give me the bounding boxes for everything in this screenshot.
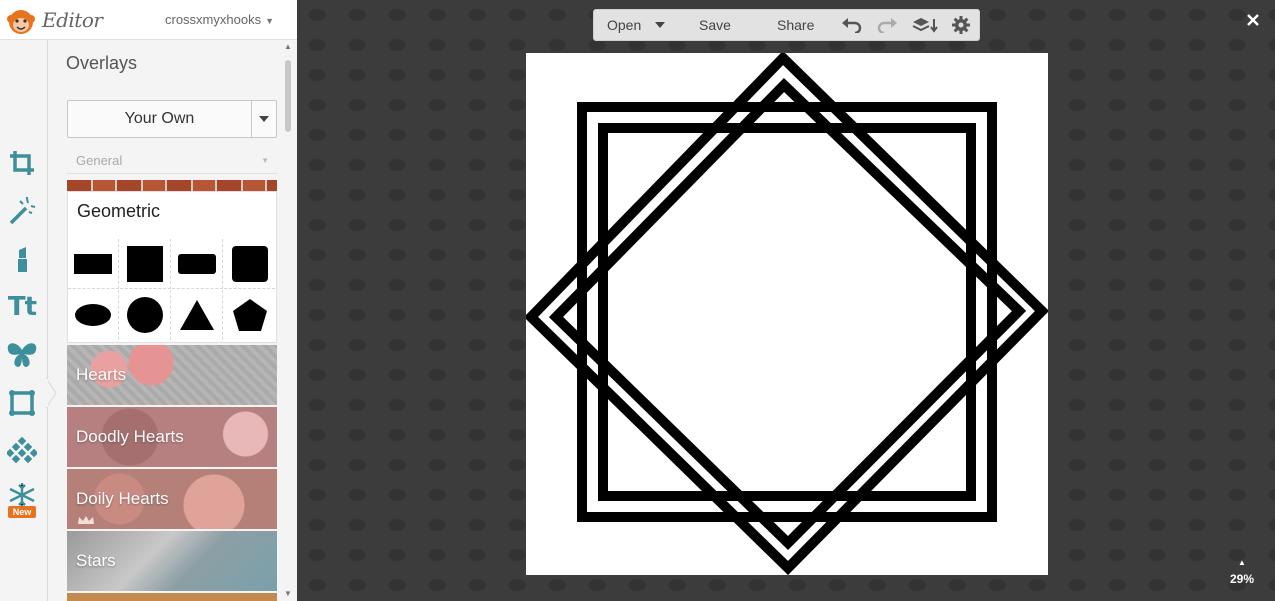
- text-icon[interactable]: Tt: [5, 290, 39, 324]
- app-title: Editor: [42, 8, 103, 32]
- shape-square[interactable]: [120, 239, 171, 289]
- magic-wand-icon[interactable]: [5, 194, 39, 228]
- overlay-category-doily-hearts[interactable]: Doily Hearts: [67, 469, 277, 529]
- your-own-dropdown-button[interactable]: [251, 100, 277, 138]
- chevron-down-icon: ▼: [265, 16, 274, 26]
- zoom-control[interactable]: ▲ 29%: [1221, 558, 1265, 590]
- shape-rectangle[interactable]: [68, 239, 119, 289]
- tool-rail: Tt New: [0, 40, 57, 601]
- shape-triangle[interactable]: [172, 290, 223, 340]
- overlays-pane: Overlays Your Own General ▼ Geometric He…: [57, 40, 283, 601]
- share-button[interactable]: Share: [777, 10, 814, 40]
- canvas-area: Open Save Share ▲ 29%: [297, 0, 1275, 601]
- shape-circle[interactable]: [120, 290, 171, 340]
- chevron-down-icon: ▼: [261, 156, 269, 165]
- chevron-up-icon[interactable]: ▲: [1238, 558, 1246, 567]
- save-button[interactable]: Save: [699, 10, 731, 40]
- overlay-category-hearts[interactable]: Hearts: [67, 345, 277, 405]
- username-label: crossxmyxhooks: [165, 12, 262, 27]
- scroll-down-icon[interactable]: ▼: [284, 589, 292, 598]
- butterfly-icon[interactable]: [5, 338, 39, 372]
- image-canvas[interactable]: [523, 50, 1050, 576]
- overlay-category-next[interactable]: [67, 593, 277, 601]
- frame-icon[interactable]: [5, 386, 39, 420]
- category-label: Doodly Hearts: [76, 427, 184, 446]
- redo-icon[interactable]: [877, 16, 897, 34]
- chevron-down-icon: [259, 116, 269, 122]
- crown-icon: [78, 516, 94, 524]
- overlay-list[interactable]: Geometric Hearts Doodly Hearts Doily Hea…: [67, 180, 277, 601]
- geometric-section: Geometric: [67, 191, 277, 343]
- shape-ellipse[interactable]: [68, 290, 119, 340]
- shape-pentagon[interactable]: [224, 290, 275, 340]
- close-icon[interactable]: [1243, 10, 1263, 30]
- left-panel: Editor crossxmyxhooks ▼ Tt New Overlays …: [0, 0, 297, 601]
- texture-icon[interactable]: [5, 434, 39, 468]
- open-button[interactable]: Open: [607, 10, 641, 40]
- category-select-value: General: [76, 153, 123, 168]
- new-badge: New: [8, 506, 36, 518]
- overlays-title: Overlays: [66, 53, 138, 73]
- editor-toolbar: Open Save Share: [593, 9, 980, 41]
- monkey-logo-icon[interactable]: [6, 6, 36, 36]
- top-bar: Editor crossxmyxhooks ▼: [0, 0, 297, 40]
- scroll-up-icon[interactable]: ▲: [284, 42, 292, 51]
- lipstick-icon[interactable]: [5, 242, 39, 276]
- chevron-down-icon[interactable]: [655, 22, 665, 28]
- layers-icon[interactable]: [912, 16, 938, 34]
- panel-scrollbar[interactable]: ▲ ▼: [283, 40, 293, 601]
- category-select[interactable]: General ▼: [67, 148, 277, 174]
- crop-icon[interactable]: [5, 146, 39, 180]
- overlay-category-doodly-hearts[interactable]: Doodly Hearts: [67, 407, 277, 467]
- overlay-artwork[interactable]: [523, 50, 1050, 576]
- category-label: Hearts: [76, 365, 127, 384]
- category-label: Stars: [76, 551, 116, 570]
- zoom-level: 29%: [1230, 572, 1255, 586]
- category-label: Doily Hearts: [76, 489, 169, 508]
- brick-category-thumbnail[interactable]: [67, 180, 277, 191]
- geometric-title: Geometric: [77, 201, 161, 221]
- gear-icon[interactable]: [951, 16, 971, 34]
- user-menu[interactable]: crossxmyxhooks ▼: [165, 12, 274, 27]
- overlay-category-stars[interactable]: Stars: [67, 531, 277, 591]
- shape-rounded-square[interactable]: [224, 239, 275, 289]
- your-own-button[interactable]: Your Own: [67, 100, 252, 138]
- scroll-thumb[interactable]: [285, 60, 291, 132]
- undo-icon[interactable]: [842, 16, 862, 34]
- shape-rounded-rectangle[interactable]: [172, 239, 223, 289]
